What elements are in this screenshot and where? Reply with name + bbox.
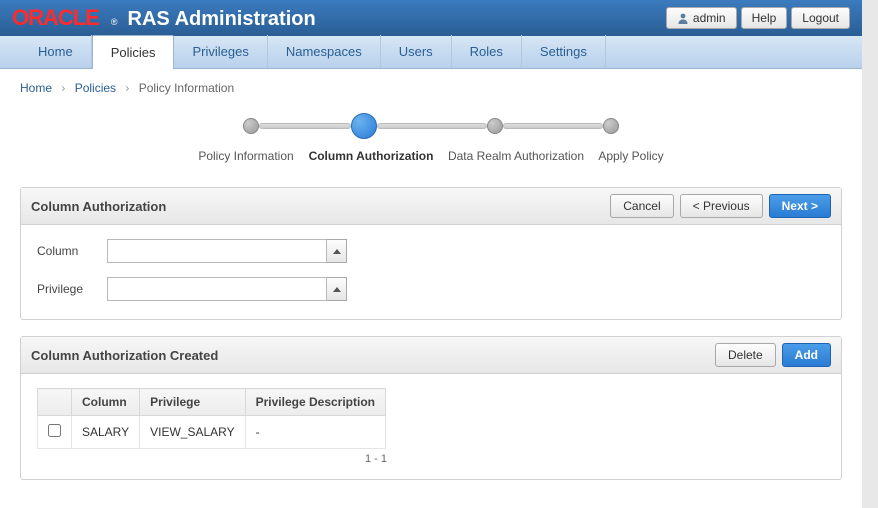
wizard-steps: Policy Information Column Authorization …	[20, 113, 842, 163]
column-header: Column	[72, 389, 140, 416]
delete-button[interactable]: Delete	[715, 343, 776, 367]
panel-header: Column Authorization Cancel < Previous N…	[21, 188, 841, 225]
tab-users[interactable]: Users	[381, 35, 452, 68]
help-button[interactable]: Help	[741, 7, 788, 29]
wizard-connector	[503, 123, 603, 129]
column-authorization-panel: Column Authorization Cancel < Previous N…	[20, 187, 842, 320]
privilege-header: Privilege	[140, 389, 245, 416]
row-checkbox[interactable]	[48, 424, 61, 437]
next-button[interactable]: Next >	[769, 194, 831, 218]
column-input[interactable]	[107, 239, 327, 263]
tab-roles[interactable]: Roles	[452, 35, 522, 68]
cell-column: SALARY	[72, 416, 140, 449]
wizard-label-2: Column Authorization	[301, 149, 441, 163]
chevron-up-icon	[333, 287, 341, 292]
table-row: SALARY VIEW_SALARY -	[38, 416, 386, 449]
app-title: RAS Administration	[128, 8, 316, 31]
breadcrumb-home[interactable]: Home	[20, 81, 52, 95]
breadcrumb-separator: ›	[61, 81, 65, 95]
cancel-button[interactable]: Cancel	[610, 194, 673, 218]
wizard-label-4: Apply Policy	[591, 149, 671, 163]
desc-header: Privilege Description	[245, 389, 385, 416]
add-button[interactable]: Add	[782, 343, 831, 367]
tab-policies[interactable]: Policies	[92, 35, 175, 69]
authorization-table: Column Privilege Privilege Description S…	[37, 388, 386, 449]
user-label: admin	[693, 11, 726, 25]
tab-home[interactable]: Home	[20, 35, 92, 68]
select-all-header	[38, 389, 72, 416]
chevron-up-icon	[333, 249, 341, 254]
logo: ORACLE ® RAS Administration	[12, 5, 316, 31]
wizard-connector	[377, 123, 487, 129]
main-tabs: Home Policies Privileges Namespaces User…	[0, 36, 862, 69]
panel-header: Column Authorization Created Delete Add	[21, 337, 841, 374]
wizard-dot-4	[603, 118, 619, 134]
header-actions: admin Help Logout	[666, 7, 850, 29]
panel-title: Column Authorization	[31, 199, 166, 214]
column-authorization-created-panel: Column Authorization Created Delete Add …	[20, 336, 842, 480]
tab-namespaces[interactable]: Namespaces	[268, 35, 381, 68]
breadcrumb-separator: ›	[125, 81, 129, 95]
cell-privilege: VIEW_SALARY	[140, 416, 245, 449]
privilege-dropdown-button[interactable]	[327, 277, 347, 301]
privilege-input[interactable]	[107, 277, 327, 301]
brand-text: ORACLE	[12, 5, 99, 31]
user-button[interactable]: admin	[666, 7, 737, 29]
app-header: ORACLE ® RAS Administration admin Help Lo…	[0, 0, 862, 36]
breadcrumb: Home › Policies › Policy Information	[20, 81, 842, 95]
wizard-label-1: Policy Information	[191, 149, 301, 163]
wizard-dot-3	[487, 118, 503, 134]
logout-button[interactable]: Logout	[791, 7, 850, 29]
wizard-dot-1	[243, 118, 259, 134]
privilege-label: Privilege	[37, 282, 107, 296]
cell-desc: -	[245, 416, 385, 449]
breadcrumb-current: Policy Information	[139, 81, 234, 95]
user-icon	[677, 12, 689, 24]
panel-title: Column Authorization Created	[31, 348, 218, 363]
previous-button[interactable]: < Previous	[680, 194, 763, 218]
tab-settings[interactable]: Settings	[522, 35, 606, 68]
tab-privileges[interactable]: Privileges	[174, 35, 267, 68]
breadcrumb-policies[interactable]: Policies	[75, 81, 116, 95]
wizard-dot-2-current	[351, 113, 377, 139]
column-dropdown-button[interactable]	[327, 239, 347, 263]
column-label: Column	[37, 244, 107, 258]
content-area: Home › Policies › Policy Information Pol…	[0, 69, 862, 508]
wizard-connector	[259, 123, 351, 129]
wizard-label-3: Data Realm Authorization	[441, 149, 591, 163]
table-pager: 1 - 1	[37, 449, 393, 465]
registered-mark: ®	[111, 17, 118, 27]
